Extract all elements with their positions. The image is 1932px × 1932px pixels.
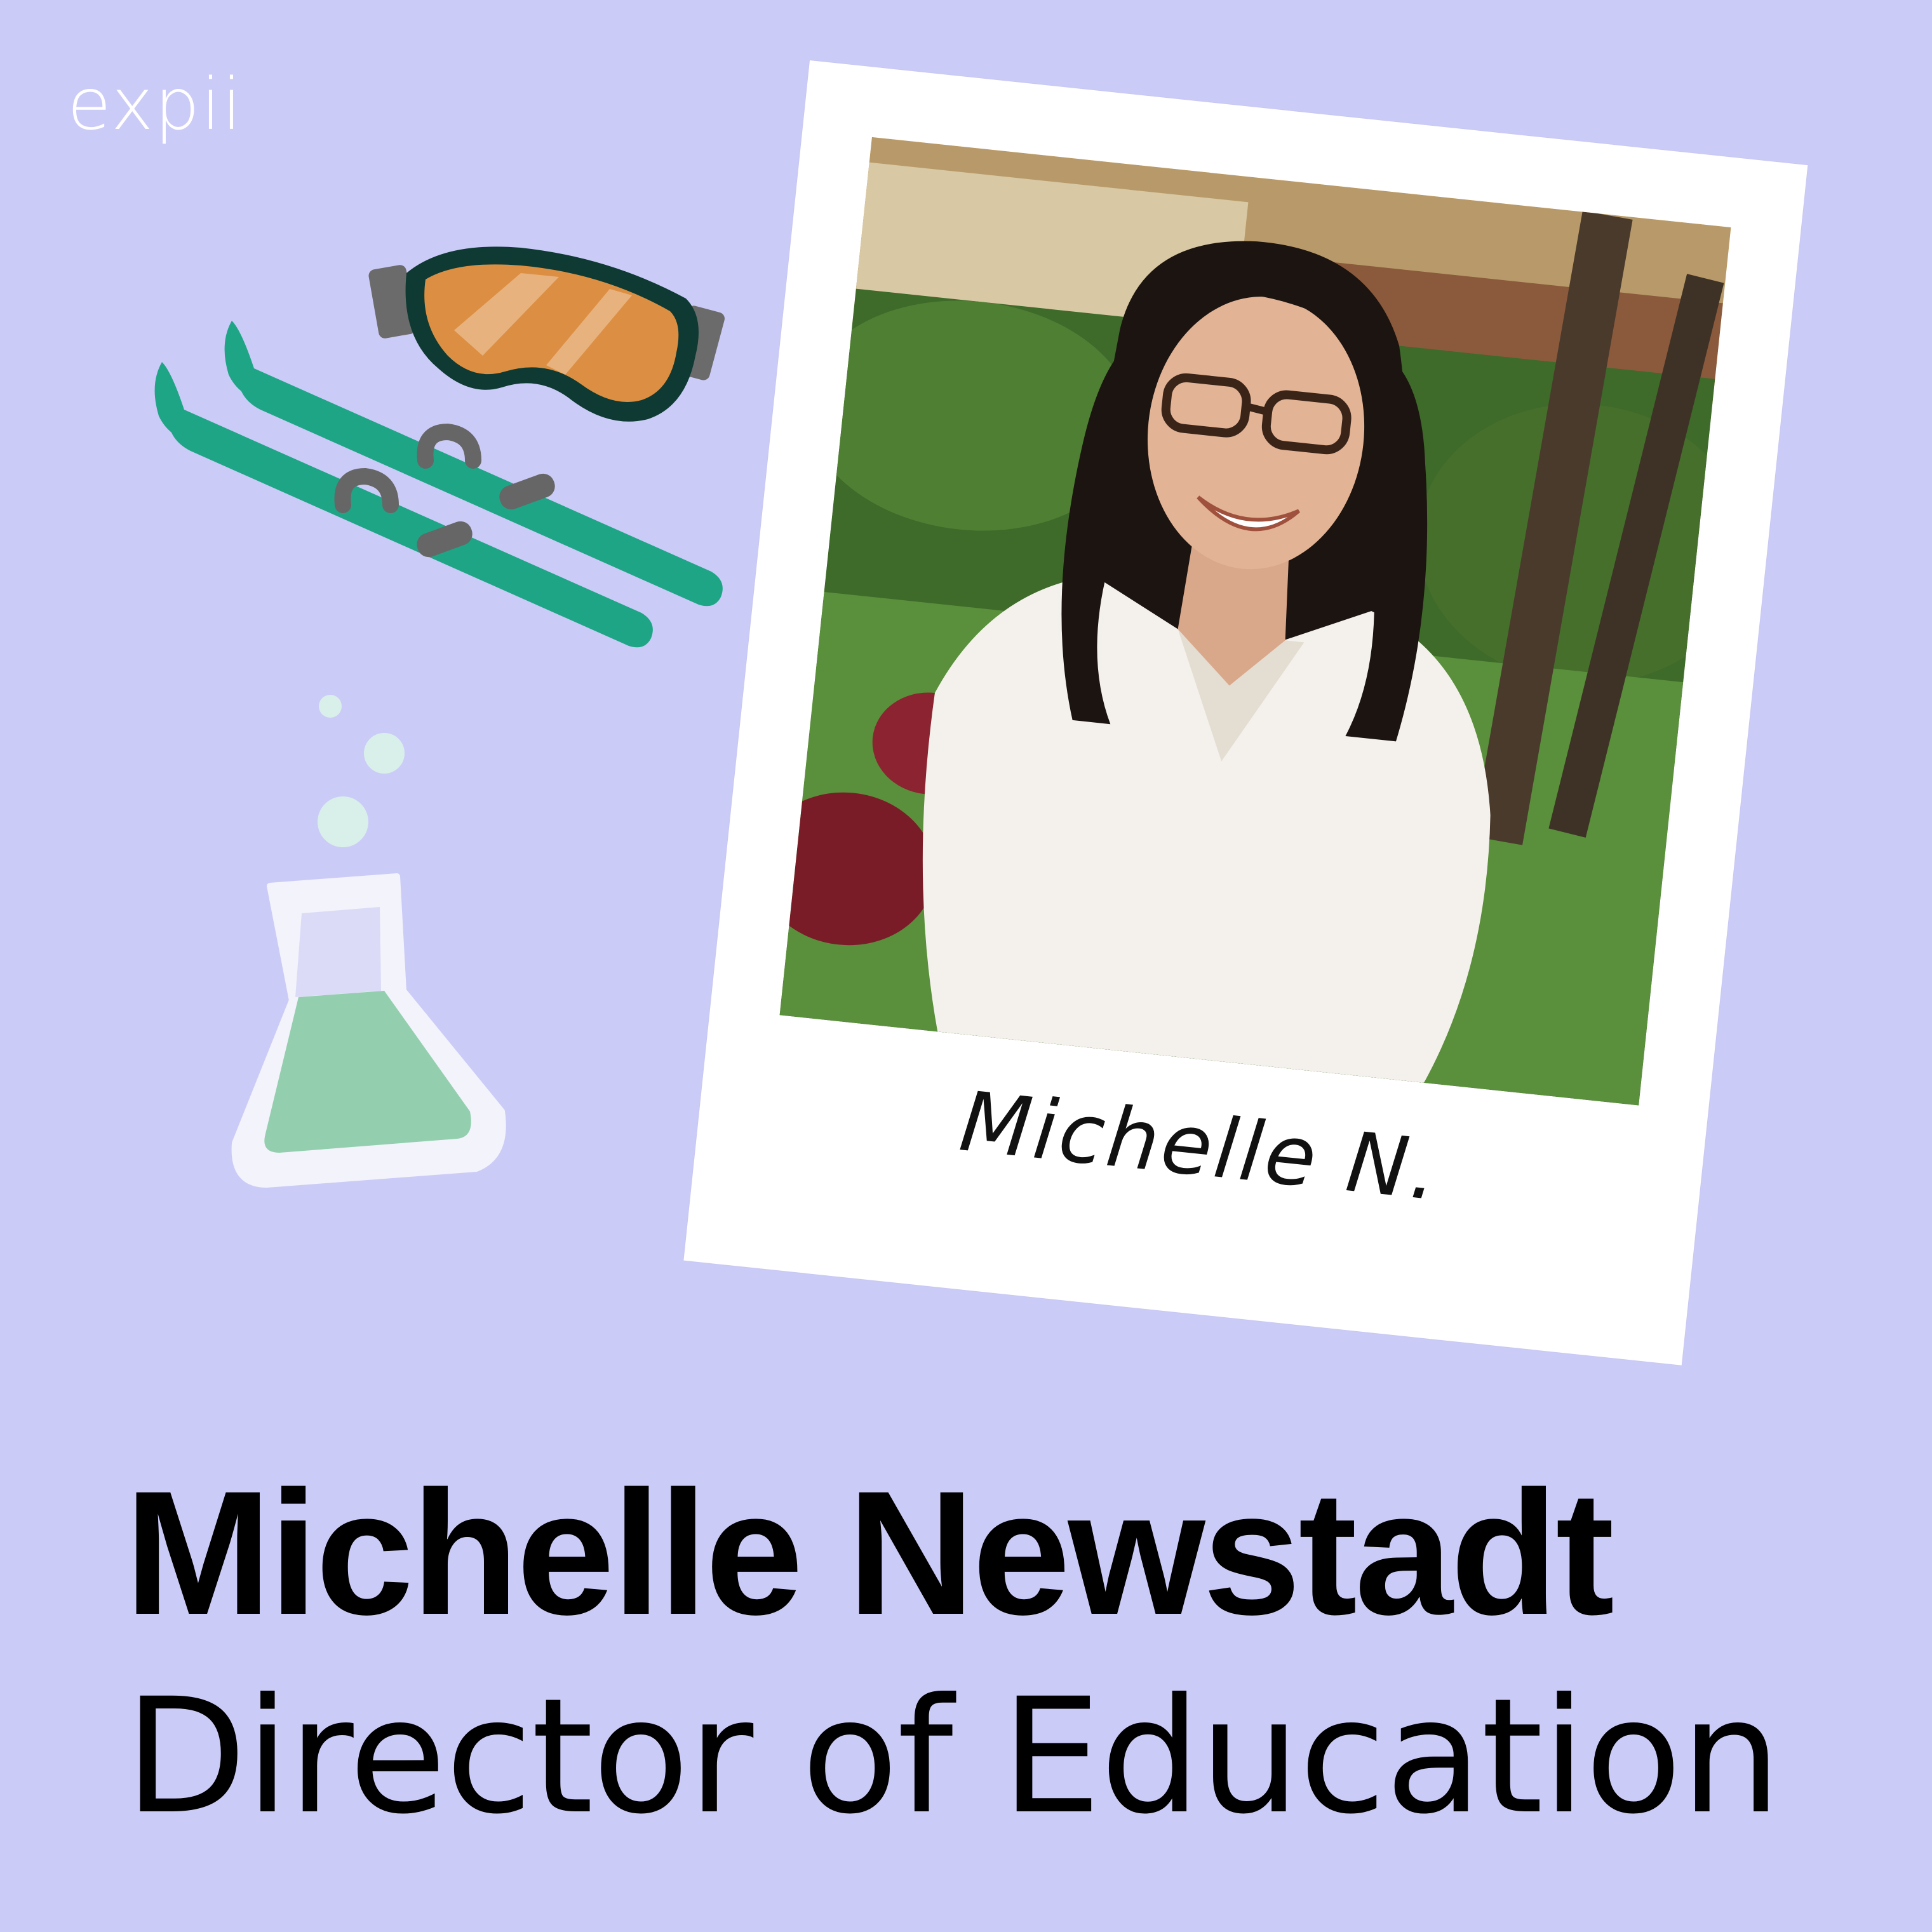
portrait-illustration <box>779 137 1731 1106</box>
chemistry-flask-icon <box>231 695 506 1188</box>
portrait-photo <box>779 137 1731 1106</box>
polaroid-card: Michelle N. <box>683 60 1808 1365</box>
person-name: Michelle Newstadt <box>124 1454 1614 1651</box>
person-title: Director of Education <box>124 1664 1781 1849</box>
ski-goggles-icon <box>368 246 725 422</box>
